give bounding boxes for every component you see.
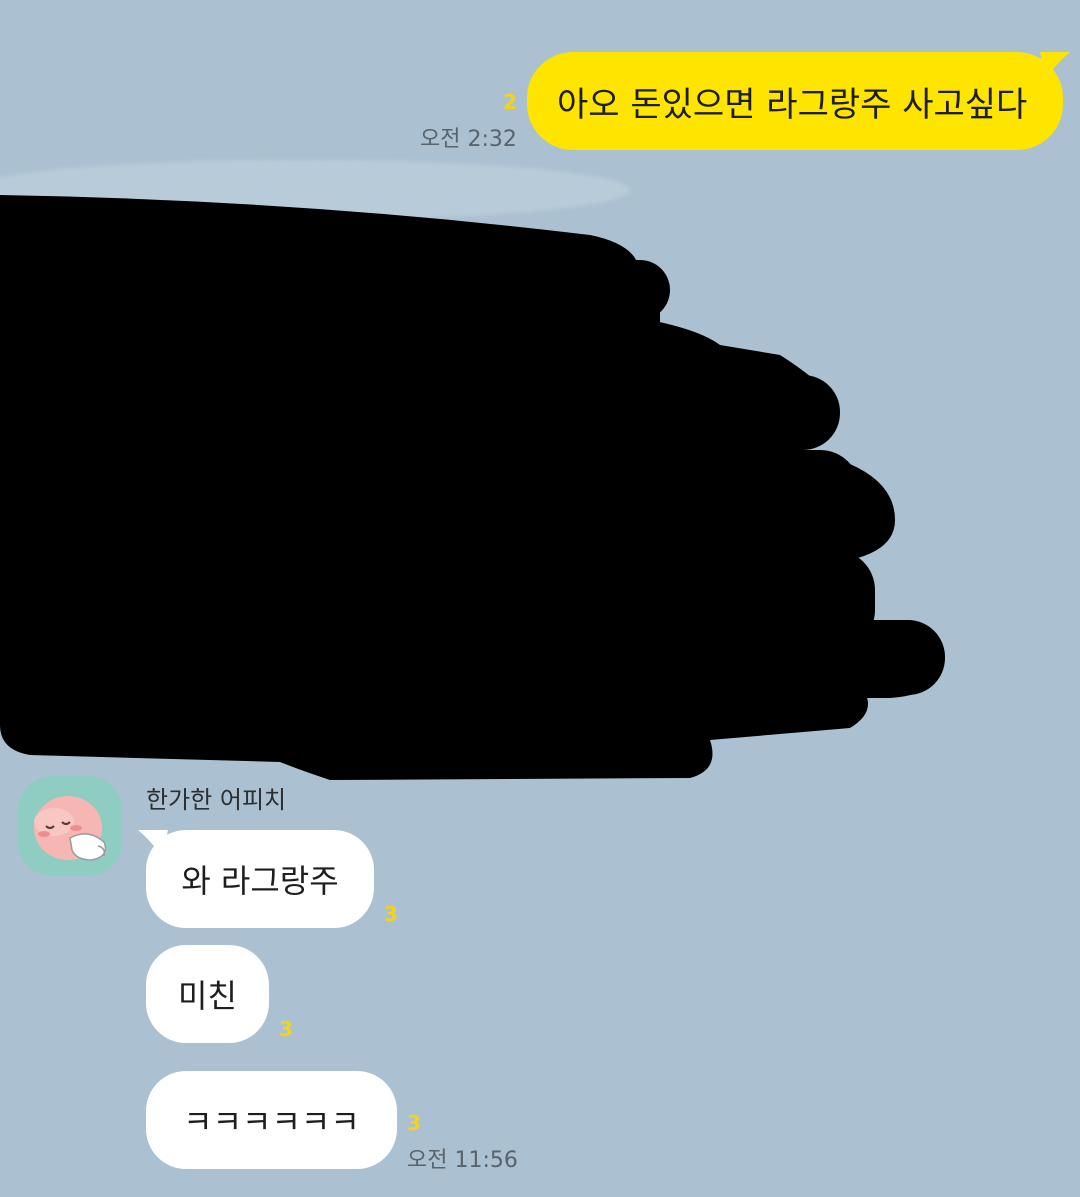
outgoing-message-bubble[interactable]: 아오 돈있으면 라그랑주 사고싶다	[527, 52, 1063, 150]
outgoing-message-text: 아오 돈있으면 라그랑주 사고싶다	[557, 84, 1028, 125]
redaction-scribble	[0, 160, 945, 780]
profile-avatar[interactable]	[18, 776, 122, 876]
unread-count: 3	[384, 902, 398, 926]
message-timestamp: 오전 11:56	[407, 1148, 518, 1173]
incoming-message-text: 미친	[178, 977, 237, 1015]
sender-name: 한가한 어피치	[146, 786, 287, 814]
unread-count: 3	[407, 1111, 421, 1135]
incoming-message-bubble[interactable]: 와 라그랑주	[146, 830, 374, 928]
unread-count: 3	[279, 1017, 293, 1041]
incoming-message-bubble[interactable]: 미친	[146, 945, 269, 1043]
incoming-message-text: ㅋㅋㅋㅋㅋㅋ	[183, 1103, 360, 1141]
apeach-sleeping-icon	[34, 796, 107, 861]
message-timestamp: 오전 2:32	[420, 127, 517, 152]
chat-room: 아오 돈있으면 라그랑주 사고싶다 2 오전 2:32 한가한 어피치 와 라그…	[0, 0, 1080, 1197]
incoming-message-bubble[interactable]: ㅋㅋㅋㅋㅋㅋ	[146, 1071, 397, 1169]
incoming-message-text: 와 라그랑주	[181, 862, 339, 900]
unread-count: 2	[503, 90, 517, 114]
